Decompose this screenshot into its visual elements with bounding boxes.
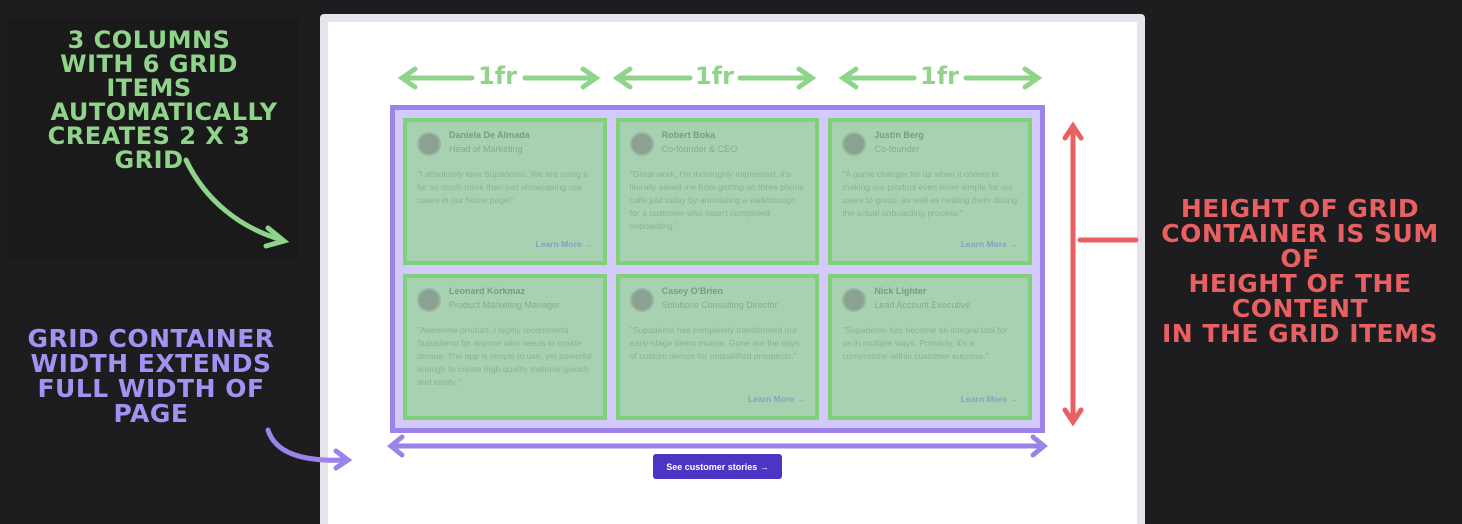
testimonial-quote: "Supademo has completely transformed our…: [629, 324, 800, 361]
avatar: [842, 132, 867, 156]
annotation-columns: 3 columns with 6 grid items automaticall…: [14, 28, 284, 172]
person-name: Justin Berg: [874, 130, 924, 140]
see-customer-stories-button[interactable]: See customer stories →: [653, 454, 782, 479]
annotation-line: with 6 grid items: [60, 50, 238, 102]
person-name: Daniela De Almada: [449, 130, 530, 140]
annotation-line: width extends: [30, 349, 272, 378]
annotation-line: grid container: [27, 324, 275, 353]
annotation-line: creates 2 x 3 grid: [47, 122, 251, 174]
person-role: Co-founder & CEO: [661, 144, 738, 154]
testimonial-quote: "Awesome product. I highly recommend Sup…: [417, 324, 592, 387]
testimonial-quote: "I absolutely love Supademo. We are usin…: [417, 169, 588, 205]
avatar: [629, 287, 654, 312]
grid-item: Leonard Korkmaz Product Marketing Manager…: [403, 273, 607, 420]
grid-item: Daniela De Almada Head of Marketing "I ab…: [403, 118, 607, 265]
fr-label: 1fr: [920, 62, 959, 90]
annotation-line: automatically: [50, 98, 278, 126]
annotation-line: 3 columns: [67, 26, 231, 54]
fr-label: 1fr: [695, 62, 734, 90]
annotation-line: height of grid: [1180, 194, 1420, 223]
learn-more-link[interactable]: Learn More →: [961, 394, 1018, 404]
person-role: Head of Marketing: [449, 144, 523, 154]
testimonial-quote: "Great work, I'm thoroughly impressed. I…: [629, 169, 805, 231]
grid-item: Nick Lighter Lead Account Executive "Supa…: [828, 273, 1032, 420]
annotation-line: full width of page: [37, 374, 265, 428]
person-name: Casey O'Brien: [661, 285, 723, 296]
person-name: Robert Boka: [661, 130, 716, 140]
grid-item: Justin Berg Co-founder "A game changer fo…: [828, 118, 1032, 265]
person-role: Co-founder: [874, 144, 920, 154]
annotation-line: height of the content: [1188, 269, 1412, 323]
grid-container: Daniela De Almada Head of Marketing "I ab…: [390, 105, 1045, 433]
avatar: [417, 132, 441, 156]
testimonial-quote: "Supademo has become an integral tool fo…: [842, 324, 1008, 361]
annotation-height: height of grid container is sum of heigh…: [1138, 196, 1462, 346]
grid-item: Casey O'Brien Solutions Consulting Direct…: [615, 273, 820, 420]
learn-more-link[interactable]: Learn More →: [961, 239, 1018, 249]
person-role: Product Marketing Manager: [449, 299, 561, 310]
fr-label: 1fr: [478, 62, 517, 90]
person-name: Nick Lighter: [874, 285, 927, 296]
person-role: Lead Account Executive: [874, 299, 971, 310]
grid-item: Robert Boka Co-founder & CEO "Great work,…: [615, 118, 820, 265]
person-role: Solutions Consulting Director: [661, 299, 778, 310]
learn-more-link[interactable]: Learn More →: [748, 394, 805, 404]
avatar: [417, 287, 441, 312]
person-name: Leonard Korkmaz: [449, 285, 526, 296]
avatar: [842, 287, 867, 312]
testimonial-grid: Daniela De Almada Head of Marketing "I ab…: [403, 118, 1032, 420]
annotation-line: in the grid items: [1161, 319, 1439, 348]
avatar: [629, 132, 654, 156]
testimonial-quote: "A game changer for us when it comes to …: [842, 169, 1018, 218]
annotation-width: grid container width extends full width …: [6, 326, 296, 426]
annotation-line: container is sum of: [1161, 219, 1439, 273]
learn-more-link[interactable]: Learn More →: [535, 239, 592, 249]
